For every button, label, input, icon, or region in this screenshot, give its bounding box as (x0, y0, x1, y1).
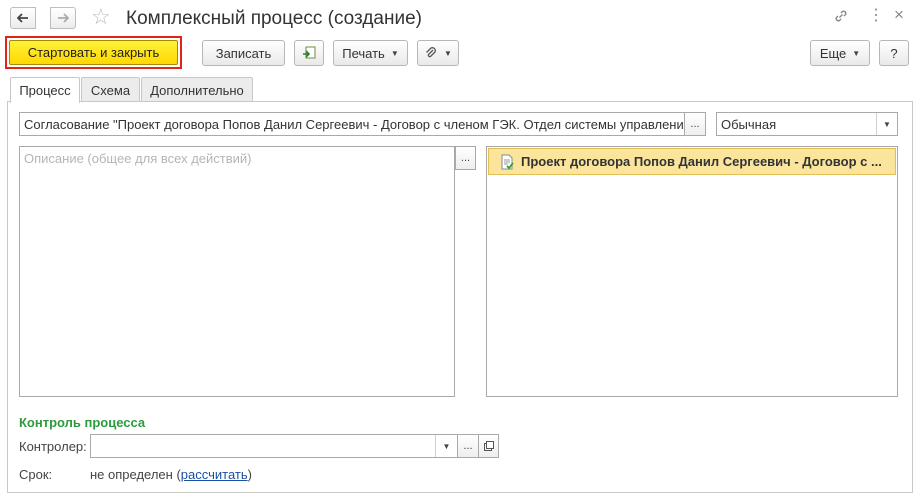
controller-dropdown-button[interactable]: ▼ (435, 435, 457, 457)
deadline-value: не определен ( (90, 467, 181, 482)
importance-dropdown-button[interactable]: ▼ (876, 113, 897, 135)
print-label: Печать (342, 45, 385, 61)
more-label: Еще (819, 45, 847, 61)
chevron-down-icon: ▼ (883, 119, 891, 129)
help-button[interactable]: ? (879, 40, 909, 66)
deadline-close: ) (247, 467, 252, 482)
controller-open-button[interactable] (478, 434, 499, 458)
tab-process-label: Процесс (19, 83, 71, 98)
subjects-list: Проект договора Попов Данил Сергеевич - … (486, 146, 898, 397)
tab-process[interactable]: Процесс (10, 77, 80, 103)
save-label: Записать (215, 45, 272, 61)
attachments-button[interactable]: ▼ (417, 40, 459, 66)
document-arrow-icon (303, 46, 316, 59)
calculate-deadline-link[interactable]: рассчитать (181, 467, 248, 482)
tab-additional-label: Дополнительно (150, 82, 244, 98)
subject-value: Согласование "Проект договора Попов Дани… (24, 116, 684, 132)
star-icon[interactable]: ☆ (91, 6, 111, 28)
more-vertical-icon[interactable]: ⋮ (868, 7, 884, 25)
more-button[interactable]: Еще ▼ (810, 40, 870, 66)
create-based-on-button[interactable] (294, 40, 324, 66)
open-window-icon (483, 441, 494, 451)
start-and-close-button[interactable]: Стартовать и закрыть (5, 36, 182, 69)
back-button[interactable] (10, 7, 36, 29)
subject-field[interactable]: Согласование "Проект договора Попов Дани… (19, 112, 685, 136)
document-check-icon (499, 154, 515, 170)
window-title: Комплексный процесс (создание) (126, 8, 422, 29)
help-label: ? (890, 45, 898, 61)
importance-select[interactable]: Обычная (716, 112, 898, 136)
chevron-down-icon: ▼ (442, 441, 451, 451)
deadline-text: не определен (рассчитать) (90, 467, 252, 482)
arrow-left-icon (17, 13, 28, 23)
controller-select-button[interactable]: ... (457, 434, 479, 458)
description-placeholder: Описание (общее для всех действий) (24, 151, 252, 166)
print-button[interactable]: Печать ▼ (333, 40, 408, 66)
controller-field[interactable] (90, 434, 458, 458)
arrow-right-icon (58, 13, 69, 23)
importance-value: Обычная (721, 116, 777, 132)
list-item-label: Проект договора Попов Данил Сергеевич - … (521, 154, 882, 169)
description-textarea[interactable]: Описание (общее для всех действий) (19, 146, 455, 397)
tab-additional[interactable]: Дополнительно (141, 77, 253, 102)
list-item[interactable]: Проект договора Попов Данил Сергеевич - … (488, 148, 896, 175)
link-icon[interactable] (833, 8, 849, 29)
save-button[interactable]: Записать (202, 40, 285, 66)
deadline-label: Срок: (19, 467, 53, 482)
chevron-down-icon: ▼ (390, 48, 399, 58)
subject-select-button[interactable]: ... (684, 112, 706, 136)
start-and-close-label: Стартовать и закрыть (9, 40, 178, 65)
tab-scheme[interactable]: Схема (81, 77, 140, 102)
chevron-down-icon: ▼ (852, 48, 861, 58)
close-icon[interactable]: × (894, 6, 904, 24)
control-section-title: Контроль процесса (19, 415, 146, 430)
paperclip-icon (426, 47, 436, 58)
forward-button[interactable] (50, 7, 76, 29)
chevron-down-icon: ▼ (444, 48, 452, 58)
controller-label: Контролер: (19, 439, 87, 454)
description-expand-button[interactable]: ... (455, 146, 476, 170)
tab-scheme-label: Схема (90, 82, 131, 98)
